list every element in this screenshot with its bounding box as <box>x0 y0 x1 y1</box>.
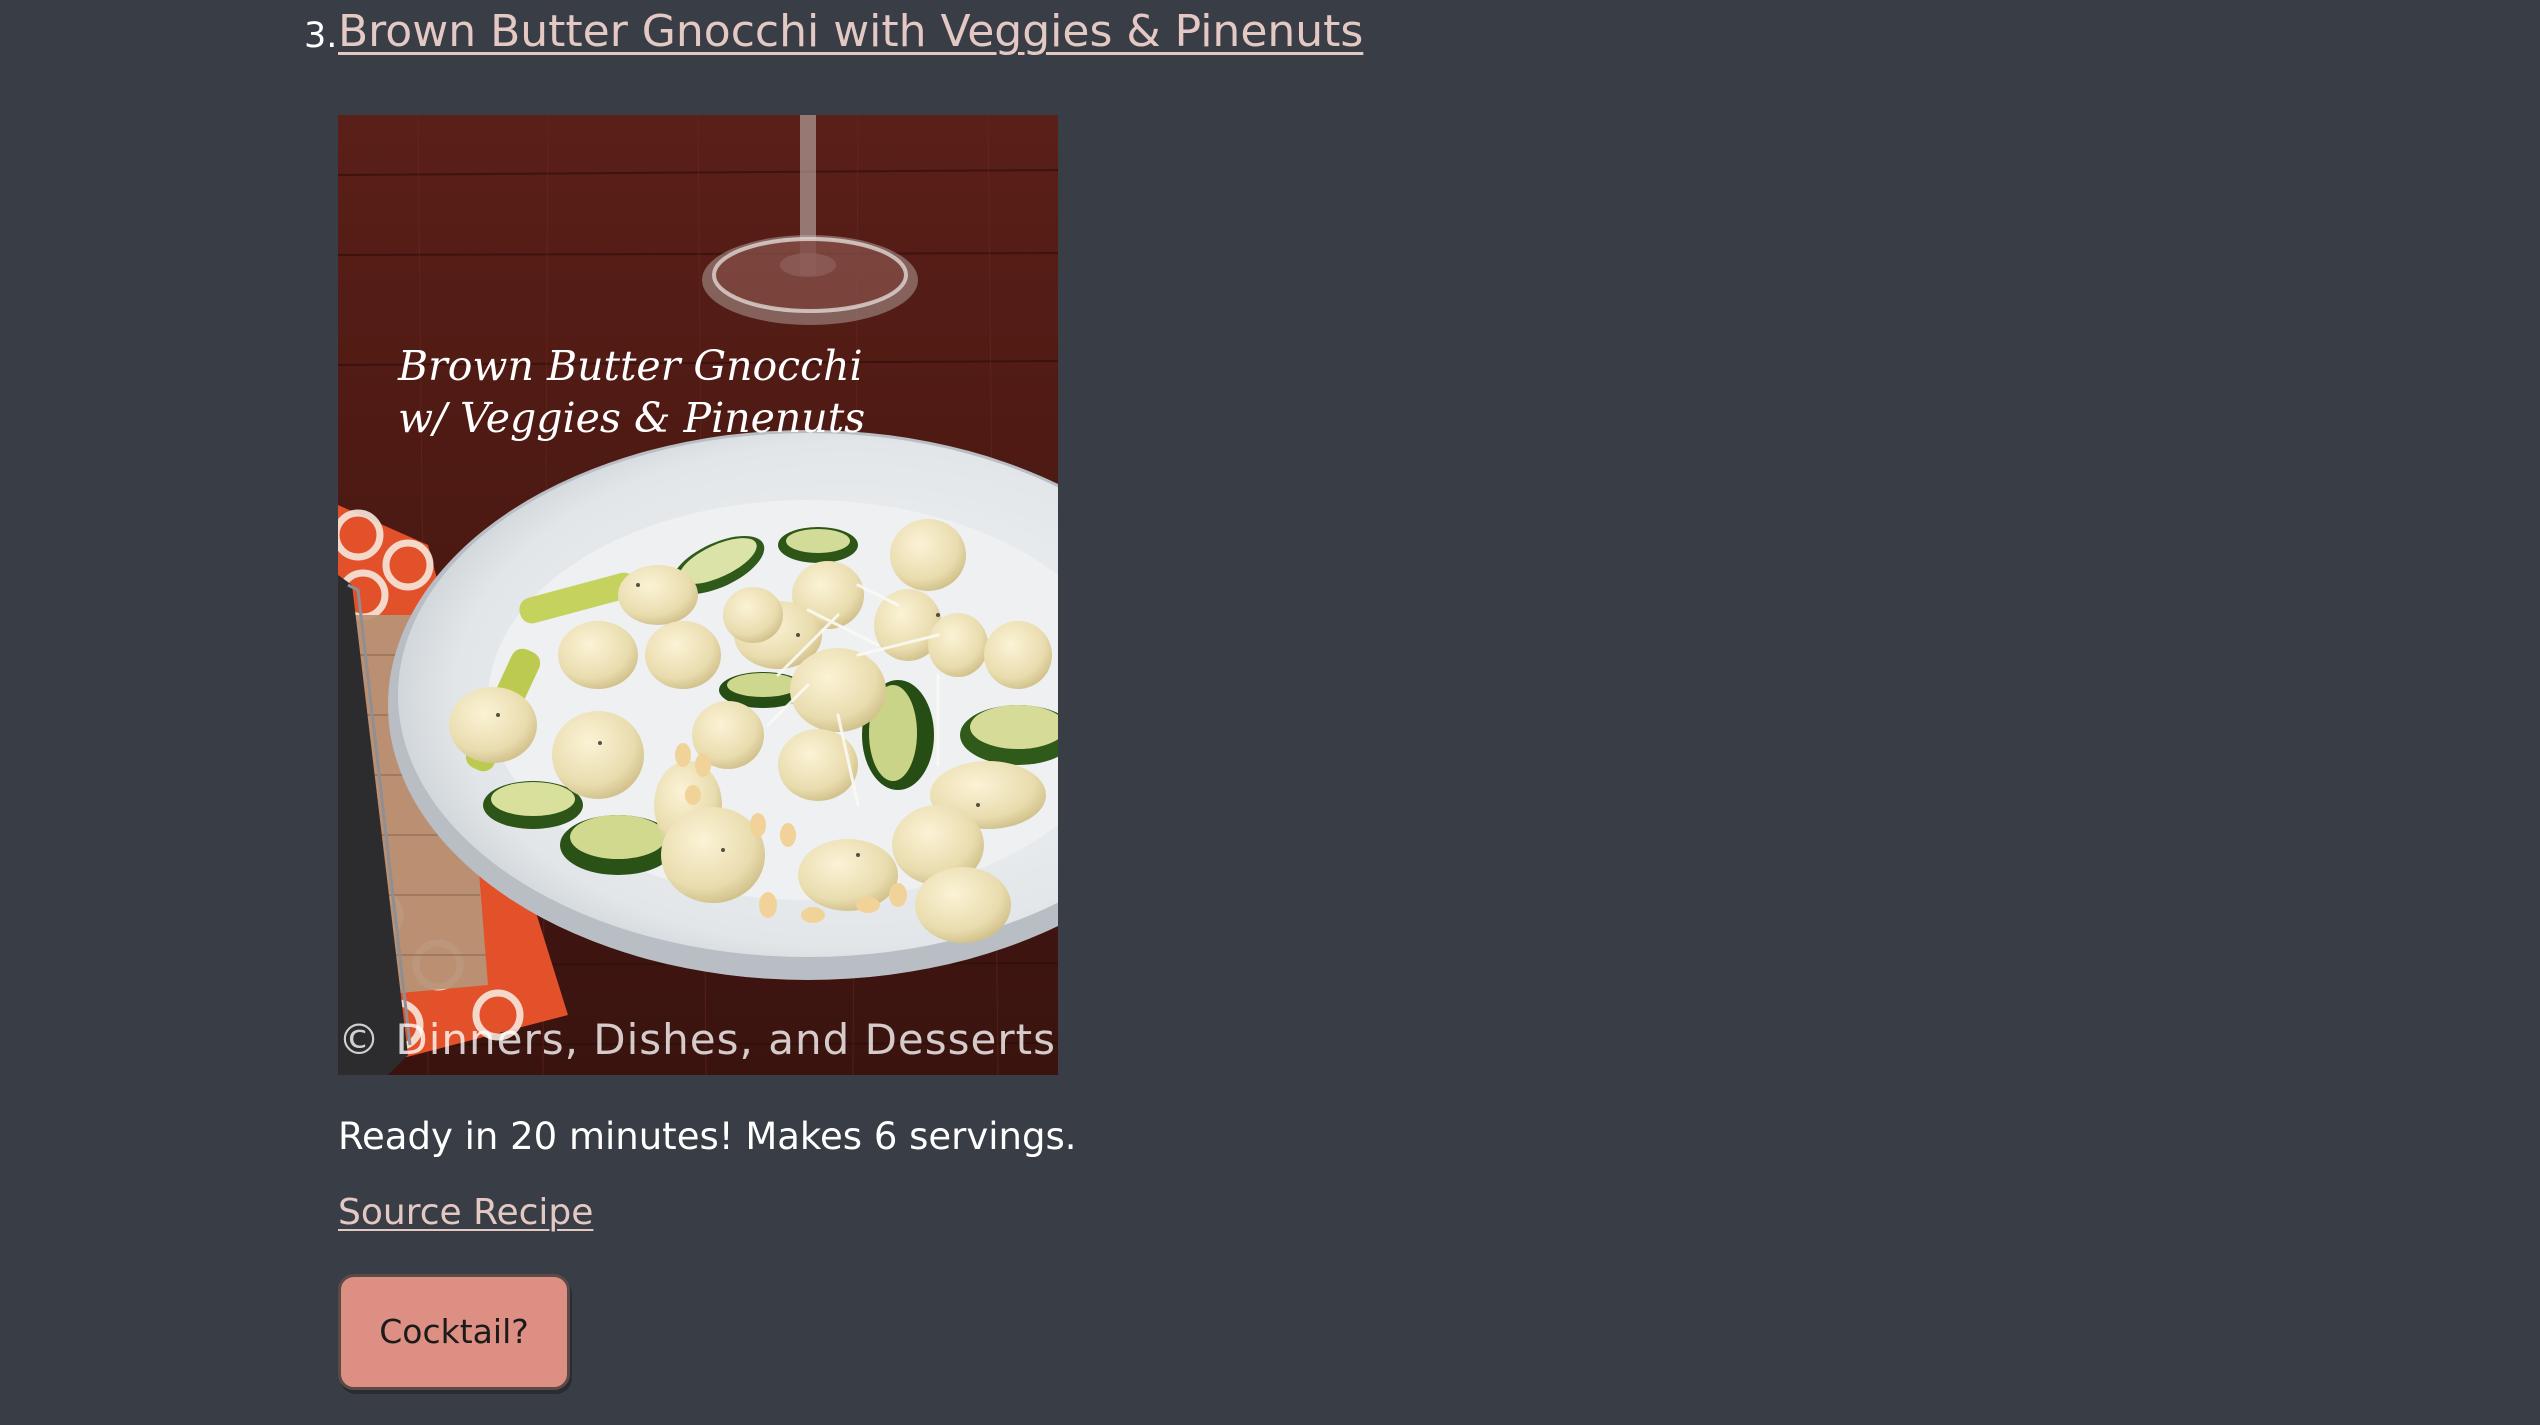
recipe-photo-illustration <box>338 115 1058 1075</box>
image-watermark: © Dinners, Dishes, and Desserts <box>338 1015 1056 1064</box>
recipe-title-link[interactable]: Brown Butter Gnocchi with Veggies & Pine… <box>338 4 1363 60</box>
recipe-image: Brown Butter Gnocchi w/ Veggies & Pinenu… <box>338 115 1058 1075</box>
image-caption-line1: Brown Butter Gnocchi <box>398 342 863 390</box>
recipe-list-item: 3. Brown Butter Gnocchi with Veggies & P… <box>0 0 2540 1425</box>
cocktail-button[interactable]: Cocktail? <box>338 1274 570 1390</box>
recipe-summary: Ready in 20 minutes! Makes 6 servings. <box>338 1115 1077 1158</box>
image-caption-line2: w/ Veggies & Pinenuts <box>398 394 866 442</box>
list-item-number: 3. <box>304 16 338 56</box>
source-recipe-link[interactable]: Source Recipe <box>338 1188 593 1238</box>
image-caption: Brown Butter Gnocchi w/ Veggies & Pinenu… <box>398 340 865 444</box>
